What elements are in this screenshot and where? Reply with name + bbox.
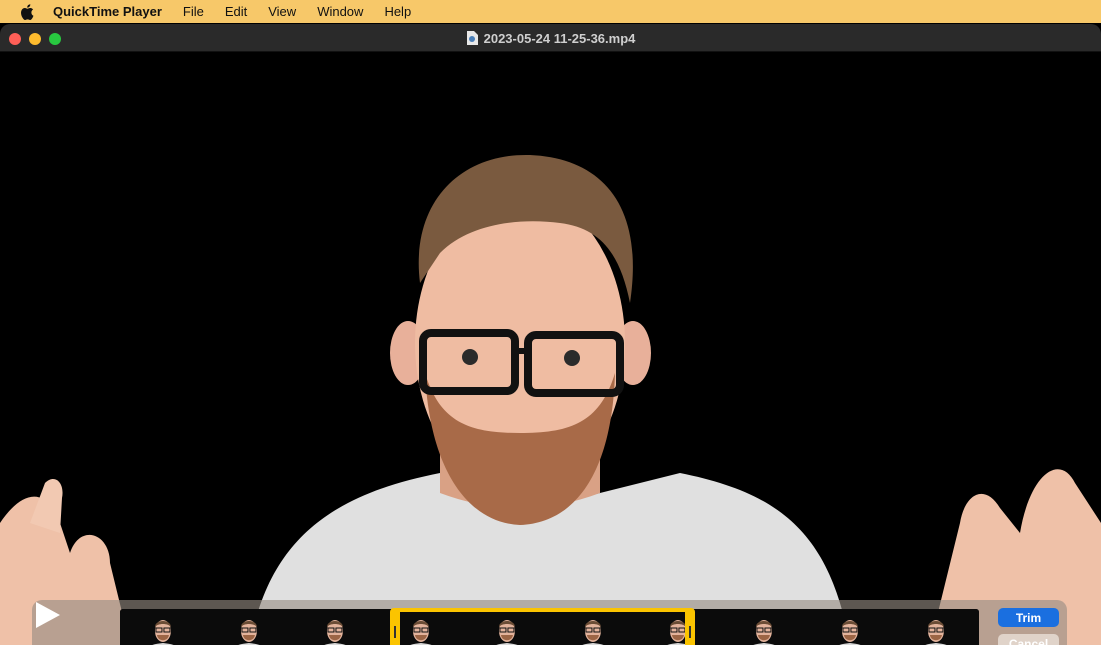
- play-icon[interactable]: [32, 600, 64, 630]
- trim-bar: Trim Cancel: [32, 600, 1067, 645]
- trim-handle-left[interactable]: [394, 626, 396, 638]
- trim-selection[interactable]: [390, 608, 695, 645]
- trim-handle-right[interactable]: [689, 626, 691, 638]
- menu-file[interactable]: File: [183, 4, 204, 19]
- title-bar[interactable]: 2023-05-24 11-25-36.mp4: [0, 24, 1101, 52]
- menu-edit[interactable]: Edit: [225, 4, 247, 19]
- video-image: [0, 154, 1101, 645]
- filmstrip-thumbnail: [893, 609, 979, 645]
- quicktime-window: 2023-05-24 11-25-36.mp4 Trim Cancel: [0, 24, 1101, 645]
- video-frame[interactable]: Trim Cancel: [0, 53, 1101, 645]
- menu-view[interactable]: View: [268, 4, 296, 19]
- filmstrip-thumbnail: [721, 609, 808, 645]
- cancel-button[interactable]: Cancel: [998, 634, 1059, 645]
- window-title-text: 2023-05-24 11-25-36.mp4: [483, 30, 636, 46]
- filmstrip-thumbnail: [205, 609, 292, 645]
- filmstrip-thumbnail: [120, 609, 206, 645]
- filmstrip-thumbnail: [291, 609, 378, 645]
- window-title: 2023-05-24 11-25-36.mp4: [0, 24, 1101, 52]
- video-document-icon: [466, 31, 478, 45]
- filmstrip-thumbnail: [807, 609, 894, 645]
- trim-button[interactable]: Trim: [998, 608, 1059, 627]
- menu-bar: QuickTime Player File Edit View Window H…: [0, 0, 1101, 23]
- menu-help[interactable]: Help: [384, 4, 411, 19]
- menu-window[interactable]: Window: [317, 4, 363, 19]
- menu-app-name[interactable]: QuickTime Player: [53, 4, 162, 19]
- apple-icon[interactable]: [20, 3, 34, 20]
